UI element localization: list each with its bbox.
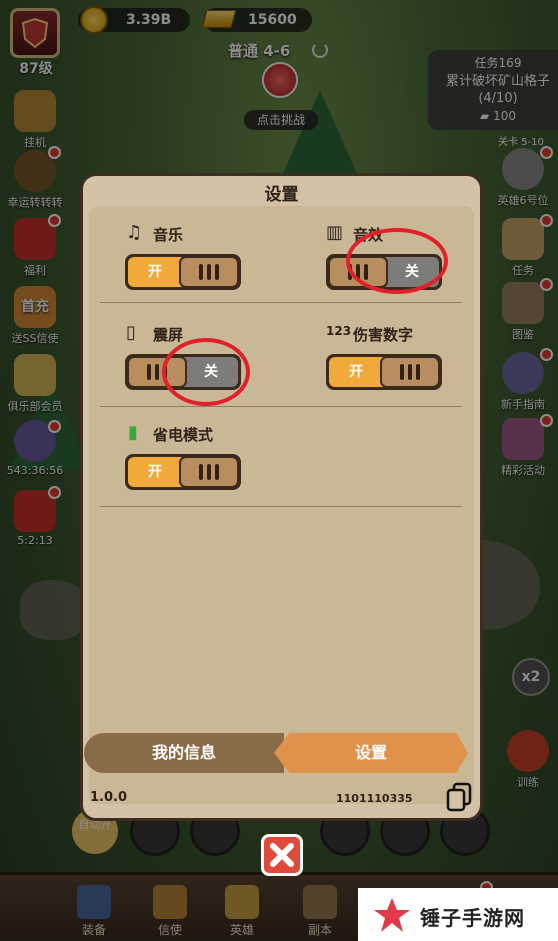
music-label: 音乐 [153, 226, 184, 244]
site-watermark: 锤子手游网 [358, 888, 558, 941]
highlight-circle [346, 228, 448, 294]
numbers-icon: 123 [326, 324, 352, 338]
toggle-on-label: 开 [329, 357, 383, 387]
dialog-body [89, 206, 474, 804]
close-button[interactable] [261, 834, 303, 876]
vibration-icon: ▯ [126, 322, 136, 343]
user-id: 1101110335 [336, 792, 413, 805]
damage-label: 伤害数字 [353, 326, 414, 344]
close-icon [270, 843, 294, 867]
vibration-label: 震屏 [153, 326, 184, 344]
toggle-on-label: 开 [128, 257, 182, 287]
sound-wave-icon: ▥ [326, 222, 344, 243]
power-label: 省电模式 [153, 426, 214, 444]
toggle-knob [380, 356, 440, 388]
damage-toggle[interactable]: 开 [326, 354, 442, 390]
power-toggle[interactable]: 开 [125, 454, 241, 490]
star-logo-icon [374, 898, 410, 932]
dialog-title: 设置 [264, 185, 299, 205]
toggle-on-label: 开 [128, 457, 182, 487]
watermark-text: 锤子手游网 [420, 906, 525, 930]
battery-icon: ▮ [128, 422, 138, 443]
tab-settings[interactable]: 设置 [274, 733, 468, 773]
divider [100, 506, 462, 507]
toggle-knob [179, 456, 239, 488]
divider [100, 406, 462, 407]
music-toggle[interactable]: 开 [125, 254, 241, 290]
dialog-tabs: 我的信息 设置 [84, 733, 478, 773]
divider [100, 302, 462, 303]
copy-icon[interactable] [446, 782, 472, 812]
toggle-knob [179, 256, 239, 288]
highlight-circle [162, 338, 250, 406]
version-label: 1.0.0 [90, 790, 128, 805]
music-note-icon: ♫ [126, 222, 143, 243]
tab-my-info[interactable]: 我的信息 [84, 733, 284, 773]
